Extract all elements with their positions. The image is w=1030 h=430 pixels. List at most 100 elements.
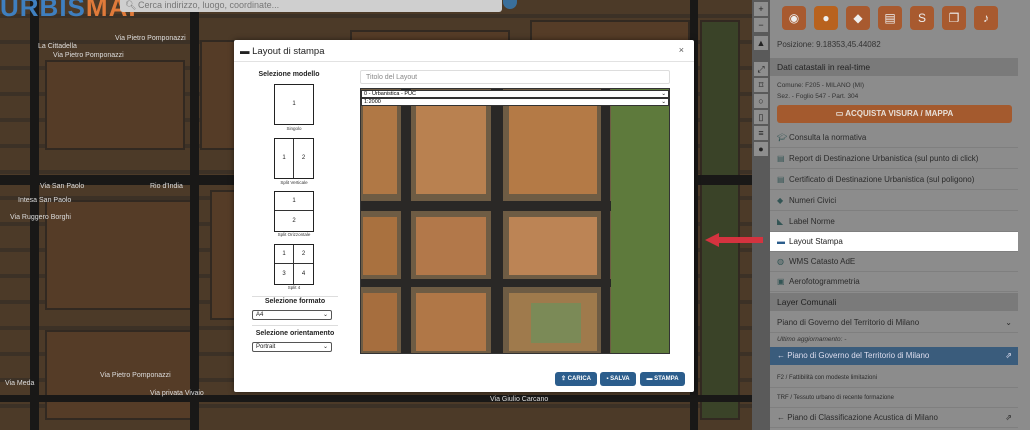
template-cell: 1: [275, 139, 294, 178]
print-icon: ▬: [646, 376, 655, 382]
graduation-cap-icon: 🎓︎: [777, 133, 788, 142]
close-button[interactable]: ×: [679, 45, 684, 55]
active-layer[interactable]: ← Piano di Governo del Territorio di Mil…: [770, 347, 1018, 365]
layer-sub-1: F2 / Fattibilità con modeste limitazioni: [770, 368, 1018, 388]
street-label: Via San Paolo: [40, 183, 85, 190]
load-button[interactable]: ⇪ CARICA: [555, 372, 597, 386]
template-cell: 4: [301, 271, 306, 277]
print-layout-dialog: ▬ Layout di stampa × Selezione modello 1…: [234, 40, 694, 392]
fullscreen-icon[interactable]: ⤢: [754, 62, 768, 76]
layer-dropdown[interactable]: Piano di Governo del Territorio di Milan…: [770, 313, 1018, 333]
template-caption: Split Verticale: [280, 180, 308, 185]
search-input[interactable]: 🔍︎ Cerca indirizzo, luogo, coordinate...: [120, 0, 502, 12]
template-cell: 2: [294, 245, 313, 264]
user-icon[interactable]: ◉: [782, 6, 806, 30]
print-icon: ▬: [777, 237, 785, 246]
street-label: Via Giulio Carcano: [490, 396, 549, 403]
globe-icon: ◍: [777, 257, 784, 266]
template-cell: 1: [275, 192, 313, 211]
orientation-select[interactable]: Portrait ⌄: [252, 342, 332, 352]
acoustic-layer[interactable]: ← Piano di Classificazione Acustica di M…: [770, 408, 1018, 428]
template-cell: 2: [301, 155, 306, 161]
bell-icon[interactable]: ♪: [974, 6, 998, 30]
highlight-arrow-icon: [705, 233, 763, 247]
menu-item-certificato[interactable]: ▤ Certificato di Destinazione Urbanistica…: [770, 170, 1018, 190]
cadastral-section-title: Dati catastali in real-time: [770, 58, 1018, 76]
map-toolbar: + − ▲ ⤢ ⌑ ○ ▯ ≡ ●: [752, 0, 770, 430]
print-map-preview[interactable]: [360, 88, 670, 354]
compass-icon[interactable]: ▲: [754, 36, 768, 50]
layers-icon[interactable]: ◆: [846, 6, 870, 30]
print-icon: ▬: [240, 46, 253, 57]
street-label: Via Pietro Pomponazzi: [115, 35, 186, 42]
layers-icon[interactable]: ≡: [754, 126, 768, 140]
menu-item-aerofoto[interactable]: ▣ Aerofotogrammetria: [770, 272, 1018, 292]
template-caption: Singolo: [286, 126, 302, 131]
measure-icon[interactable]: ⌑: [754, 78, 768, 92]
zoom-out-button[interactable]: −: [754, 18, 768, 32]
street-label: Intesa San Paolo: [18, 197, 72, 204]
chevron-down-icon: ⌄: [661, 99, 666, 105]
street-label: La Cittadella: [38, 43, 77, 50]
dialog-title: ▬ Layout di stampa: [240, 46, 325, 57]
side-panel: ◉ ● ◆ ▤ S ❐ ♪ Posizione: 9.18353,45.4408…: [770, 0, 1030, 430]
document-icon: ▤: [777, 154, 785, 163]
circle-icon[interactable]: ○: [754, 94, 768, 108]
buy-visura-button[interactable]: ▭ ACQUISTA VISURA / MAPPA: [777, 105, 1012, 123]
menu-item-wms-catasto[interactable]: ◍ WMS Catasto AdE: [770, 252, 1018, 272]
template-split-vertical[interactable]: 1 2: [274, 138, 314, 179]
dollar-icon[interactable]: S: [910, 6, 934, 30]
menu-item-normativa[interactable]: 🎓︎ Consulta la normativa: [770, 128, 1018, 148]
scale-select[interactable]: 1:2000 ⌄: [361, 98, 669, 106]
menu-item-layout-stampa[interactable]: ▬ Layout Stampa: [770, 232, 1018, 252]
format-select[interactable]: A4 ⌄: [252, 310, 332, 320]
chevron-down-icon: ⌄: [1005, 318, 1012, 327]
menu-item-label-norme[interactable]: ◣ Label Norme: [770, 212, 1018, 232]
template-cell: 3: [275, 264, 294, 284]
template-split-4[interactable]: 1 2 3 4: [274, 244, 314, 285]
menu-item-report[interactable]: ▤ Report di Destinazione Urbanistica (sul…: [770, 149, 1018, 169]
layer-select[interactable]: 0 - Urbanistica - PUC ⌄: [361, 90, 669, 98]
street-label: Via Pietro Pomponazzi: [100, 372, 171, 379]
street-label: Via Pietro Pomponazzi: [53, 52, 124, 59]
model-label: Selezione modello: [258, 71, 320, 78]
zoom-in-button[interactable]: +: [754, 2, 768, 16]
search-icon: 🔍︎: [125, 0, 137, 10]
street-label: Via Meda: [5, 380, 35, 387]
cart-icon: ▭: [835, 109, 846, 118]
format-label: Selezione formato: [264, 298, 326, 305]
trash-icon[interactable]: ▯: [754, 110, 768, 124]
document-icon[interactable]: ▤: [878, 6, 902, 30]
street-label: Via privata Vivaio: [150, 390, 204, 397]
template-caption: Split 4: [287, 285, 301, 290]
save-button[interactable]: ▪ SALVA: [600, 372, 636, 386]
diamond-icon: ◆: [777, 196, 784, 205]
chevron-down-icon: ⌄: [322, 312, 328, 318]
location-pin-icon[interactable]: ●: [754, 142, 768, 156]
template-cell: 1: [275, 245, 294, 264]
street-label: Via Ruggero Borghi: [10, 214, 71, 221]
layer-sub-2: TRF / Tessuto urbano di recente formazio…: [770, 388, 1018, 408]
template-single[interactable]: 1: [274, 84, 314, 125]
upload-icon: ⇪: [560, 376, 568, 382]
document-icon: ▤: [777, 175, 785, 184]
layout-title-input[interactable]: Titolo del Layout: [360, 70, 670, 84]
layer-section-title: Layer Comunali: [770, 293, 1018, 311]
template-cell: 1: [292, 101, 296, 107]
menu-item-numeri-civici[interactable]: ◆ Numeri Civici: [770, 191, 1018, 211]
external-link-icon[interactable]: ⇗: [1005, 347, 1012, 365]
orientation-label: Selezione orientamento: [255, 330, 335, 337]
last-update: Ultimo aggiornamento: -: [777, 336, 847, 343]
copy-icon[interactable]: ❐: [942, 6, 966, 30]
print-button[interactable]: ▬ STAMPA: [640, 372, 685, 386]
template-split-horizontal[interactable]: 1 2: [274, 191, 314, 232]
external-link-icon[interactable]: ⇗: [1005, 408, 1012, 428]
street-label: Rio d'India: [150, 183, 183, 190]
location-icon[interactable]: ●: [814, 6, 838, 30]
chevron-down-icon: ⌄: [322, 344, 328, 350]
tag-icon: ◣: [777, 217, 784, 226]
template-cell: 2: [292, 218, 296, 224]
cadastral-comune: Comune: F205 - MILANO (MI): [777, 82, 865, 89]
chevron-down-icon: ⌄: [661, 91, 666, 97]
template-caption: Split Orizzontale: [277, 232, 311, 237]
